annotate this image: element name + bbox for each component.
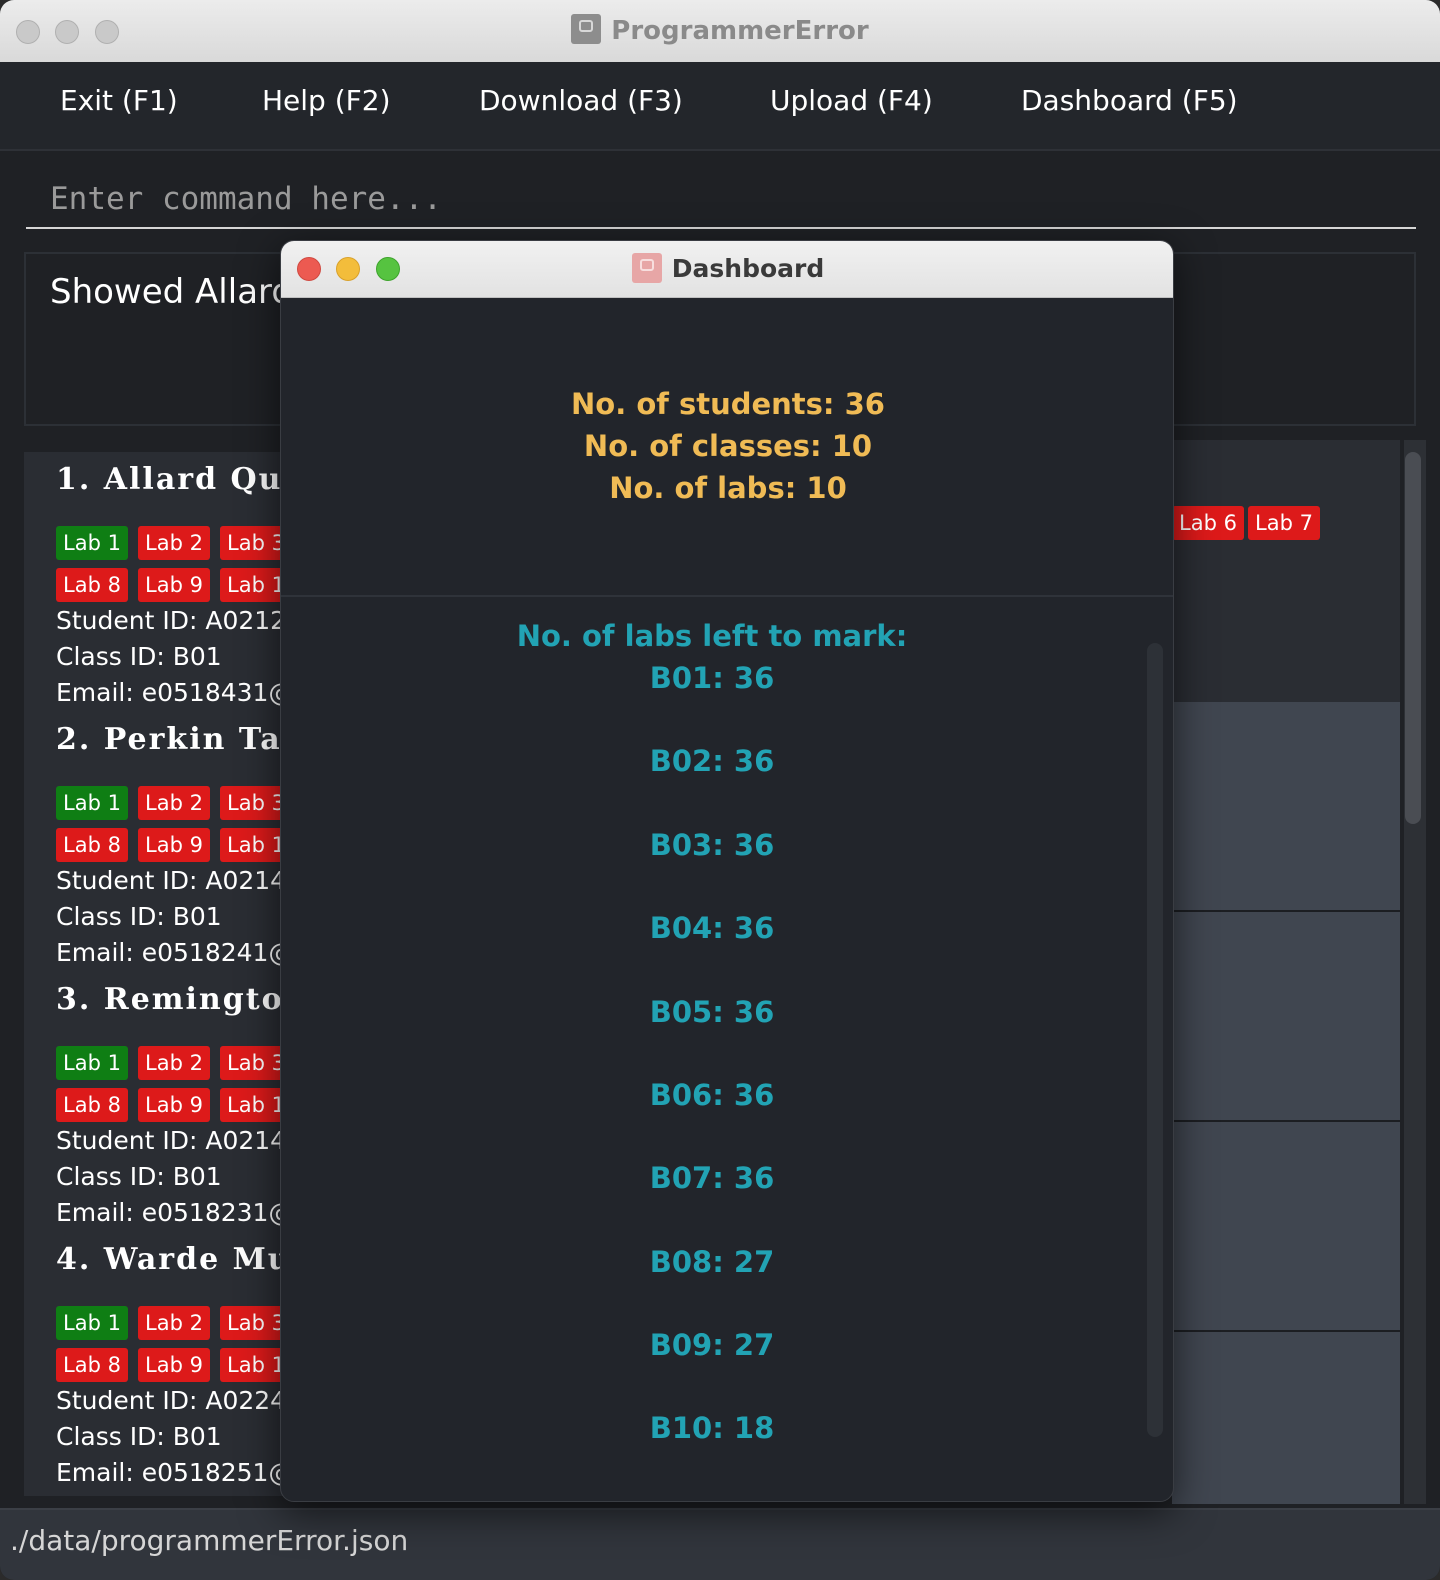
class-mark-count: B02: 36 [649, 744, 775, 778]
result-text: Showed Allard [50, 272, 293, 312]
labs-to-mark-section[interactable]: No. of labs left to mark: B01: 36 B02: 3… [281, 597, 1173, 1501]
student-name: 2. Perkin Ta [56, 722, 282, 757]
lab-tag: Lab 8 [56, 828, 128, 862]
window-title: ProgrammerError [0, 14, 1440, 46]
lab-tag: Lab 8 [56, 1088, 128, 1122]
lab-tag: Lab 1 [56, 1306, 128, 1340]
lab-tag: Lab 2 [138, 1046, 210, 1080]
detail-block [1172, 912, 1400, 1120]
menu-upload[interactable]: Upload (F4) [770, 84, 933, 117]
class-mark-count: B07: 36 [649, 1161, 775, 1195]
file-path: ./data/programmerError.json [10, 1524, 409, 1557]
email: Email: e0518431@u [56, 678, 310, 707]
student-id: Student ID: A02241 [56, 1386, 302, 1415]
command-area [0, 151, 1440, 239]
email: Email: e0518251@u [56, 1458, 310, 1487]
class-mark-count: B01: 36 [649, 661, 775, 695]
menu-exit[interactable]: Exit (F1) [60, 84, 178, 117]
detail-block [1172, 702, 1400, 910]
lab-tag: Lab 9 [138, 1088, 210, 1122]
menu-bar: Exit (F1) Help (F2) Download (F3) Upload… [0, 62, 1440, 151]
lab-tag: Lab 2 [138, 786, 210, 820]
lab-tag: Lab 8 [56, 568, 128, 602]
detail-block [1172, 1122, 1400, 1330]
student-id: Student ID: A02142 [56, 866, 302, 895]
class-mark-count: B05: 36 [649, 995, 775, 1029]
student-name: 4. Warde Mul [56, 1242, 306, 1277]
email: Email: e0518231@u [56, 1198, 310, 1227]
lab-tag: Lab 2 [138, 1306, 210, 1340]
dashboard-title-bar: Dashboard [281, 241, 1173, 298]
student-detail-panel: Lab 6 Lab 7 [1172, 440, 1400, 1504]
lab-tag: Lab 1 [56, 786, 128, 820]
dashboard-window: Dashboard No. of students: 36 No. of cla… [280, 240, 1174, 1502]
menu-download[interactable]: Download (F3) [479, 84, 683, 117]
lab-tag: Lab 9 [138, 568, 210, 602]
lab-tag: Lab 9 [138, 828, 210, 862]
list-scrollbar-thumb[interactable] [1405, 452, 1421, 824]
class-mark-count: B08: 27 [649, 1245, 775, 1279]
class-mark-count: B06: 36 [649, 1078, 775, 1112]
dashboard-title: Dashboard [281, 253, 1173, 283]
stats-section: No. of students: 36 No. of classes: 10 N… [281, 297, 1173, 597]
lab-tag: Lab 1 [56, 1046, 128, 1080]
command-input[interactable] [26, 171, 1416, 229]
class-id: Class ID: B01 [56, 642, 222, 671]
lab-tag: Lab 9 [138, 1348, 210, 1382]
student-name: 1. Allard Qu [56, 462, 283, 497]
app-icon [571, 14, 602, 44]
lab-tag: Lab 7 [1248, 506, 1320, 540]
lab-tag: Lab 1 [56, 526, 128, 560]
detail-block [1172, 1332, 1400, 1504]
class-mark-count: B09: 27 [649, 1328, 775, 1362]
lab-tag: Lab 8 [56, 1348, 128, 1382]
email: Email: e0518241@u [56, 938, 310, 967]
student-id: Student ID: A02142 [56, 1126, 302, 1155]
class-mark-count: B03: 36 [649, 828, 775, 862]
student-name: 3. Remington [56, 982, 308, 1017]
dashboard-title-text: Dashboard [671, 254, 825, 283]
status-bar: ./data/programmerError.json [0, 1508, 1440, 1580]
student-id: Student ID: A02124 [56, 606, 302, 635]
menu-dashboard[interactable]: Dashboard (F5) [1021, 84, 1238, 117]
lab-tag: Lab 6 [1172, 506, 1244, 540]
menu-help[interactable]: Help (F2) [262, 84, 391, 117]
class-mark-count: B10: 18 [649, 1411, 775, 1445]
lab-tag: Lab 2 [138, 526, 210, 560]
class-id: Class ID: B01 [56, 1162, 222, 1191]
window-title-text: ProgrammerError [611, 16, 869, 46]
class-mark-count: B04: 36 [649, 911, 775, 945]
labs-to-mark-heading: No. of labs left to mark: [516, 619, 908, 653]
student-count: No. of students: 36 [571, 387, 885, 421]
dashboard-scrollbar[interactable] [1147, 643, 1163, 1437]
class-id: Class ID: B01 [56, 1422, 222, 1451]
title-bar: ProgrammerError [0, 0, 1440, 63]
app-icon [631, 253, 662, 283]
class-count: No. of classes: 10 [583, 429, 873, 463]
lab-count: No. of labs: 10 [609, 471, 847, 505]
class-id: Class ID: B01 [56, 902, 222, 931]
